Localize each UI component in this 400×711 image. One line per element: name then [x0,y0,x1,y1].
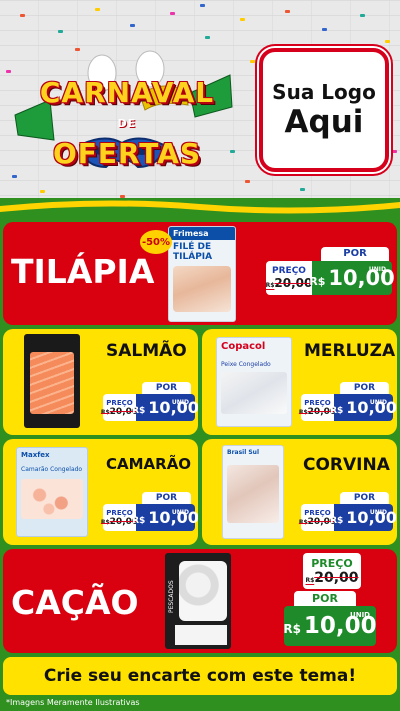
fish-fillet-image [173,266,231,312]
merluza-brand: Copacol [221,341,266,352]
old-price-label: PREÇO [106,508,133,517]
tilapia-package-image: Frimesa FILÉ DE TILÁPIA [168,226,236,322]
por-label: POR [340,492,389,504]
product-name-merluza: MERLUZA [304,341,396,361]
tilapia-package-text-1: FILÉ DE [173,242,212,252]
old-price-box: PREÇO R$20,00 [299,394,336,421]
unit-label: UNID [171,399,189,406]
discount-badge: -50% [140,230,172,254]
new-price-currency: R$ [132,515,146,526]
unit-label: UNID [369,509,387,516]
header-banner: CARNAVAL DE OFERTAS Sua Logo Aqui [0,0,400,210]
camarao-package-caption: Camarão Congelado [21,466,83,473]
unit-label: UNID [171,509,189,516]
corvina-package-image: Brasil Sul [222,445,284,539]
campaign-title-line2: OFERTAS [52,137,202,170]
unit-label: UNID [369,399,387,406]
unit-label: UNID [368,266,386,273]
logo-placeholder-line2: Aqui [284,104,364,140]
por-label: POR [142,492,191,504]
offer-flyer: CARNAVAL DE OFERTAS Sua Logo Aqui TILÁPI… [0,0,400,711]
old-price-box: PREÇO R$20,00 [299,504,336,531]
salmao-package-image [24,334,80,428]
offer-card-corvina[interactable]: Brasil Sul CORVINA POR PREÇO R$20,00 UNI… [202,439,397,545]
product-name-cacao: CAÇÃO [11,583,139,622]
old-price-label: PREÇO [106,398,133,407]
old-price-label: PREÇO [272,266,306,276]
new-price-currency: R$ [330,405,344,416]
cta-banner[interactable]: Crie seu encarte com este tema! [3,657,397,695]
old-price-value: R$20,00 [305,569,359,586]
new-price-currency: R$ [132,405,146,416]
old-price-box: PREÇO R$20,00 [266,261,312,295]
campaign-title: CARNAVAL DE OFERTAS [32,78,222,169]
new-price-box: UNID R$ 10,00 [309,261,395,295]
offer-card-camarao[interactable]: Maxfex Camarão Congelado CAMARÃO POR PRE… [3,439,198,545]
por-label: POR [340,382,389,394]
image-disclaimer: *Imagens Meramente Ilustrativas [6,698,140,707]
product-name-tilapia: TILÁPIA [11,252,155,291]
old-price-box: PREÇO R$20,00 [101,504,138,531]
old-price-label: PREÇO [311,556,353,570]
tilapia-brand: Frimesa [169,227,235,240]
merluza-package-image: Copacol Peixe Congelado [216,337,292,427]
new-price-box: UNID R$ 10,00 [330,504,397,531]
new-price-box: UNID R$ 10,00 [283,606,377,646]
featured-offer-top[interactable]: TILÁPIA Frimesa FILÉ DE TILÁPIA -50% POR… [3,222,397,325]
new-price-currency: R$ [283,622,301,636]
campaign-title-connector: DE [117,117,137,130]
product-name-camarao: CAMARÃO [106,455,192,473]
new-price-box: UNID R$ 10,00 [330,394,397,421]
old-price-box: PREÇO R$20,00 [101,394,138,421]
product-name-salmao: SALMÃO [106,341,187,361]
por-label: POR [142,382,191,394]
featured-offer-bottom[interactable]: CAÇÃO PESCADOS PREÇO R$20,00 POR UNID R$… [3,549,397,653]
por-label: POR [294,591,356,606]
cacao-package-text: PESCADOS [168,580,175,613]
new-price-box: UNID R$ 10,00 [132,504,198,531]
old-price-box: PREÇO R$20,00 [303,553,361,589]
store-logo-placeholder: Sua Logo Aqui [259,48,389,172]
new-price-box: UNID R$ 10,00 [132,394,198,421]
new-price-currency: R$ [330,515,344,526]
camarao-brand: Maxfex [21,451,50,459]
old-price-label: PREÇO [304,508,331,517]
unit-label: UNID [350,611,370,619]
tilapia-package-text-2: TILÁPIA [173,252,213,262]
offer-card-merluza[interactable]: Copacol Peixe Congelado MERLUZA POR PREÇ… [202,329,397,435]
campaign-title-line1: CARNAVAL [39,76,215,109]
product-name-corvina: CORVINA [303,455,390,475]
por-label: POR [321,247,389,261]
camarao-package-image: Maxfex Camarão Congelado [16,447,88,537]
merluza-package-caption: Peixe Congelado [221,361,271,368]
cacao-package-image: PESCADOS [165,553,231,649]
offer-card-salmao[interactable]: SALMÃO POR PREÇO R$20,00 UNID R$ 10,00 [3,329,198,435]
new-price-currency: R$ [309,274,326,288]
old-price-label: PREÇO [304,398,331,407]
corvina-brand: Brasil Sul [227,449,260,456]
old-price-value: R$20,00 [265,276,313,290]
logo-placeholder-line1: Sua Logo [272,80,376,104]
